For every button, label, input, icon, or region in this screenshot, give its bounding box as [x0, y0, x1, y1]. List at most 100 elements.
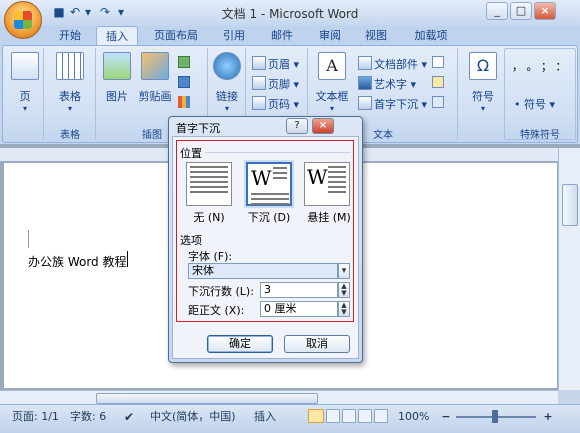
zoom-out-button[interactable]: − [440, 409, 452, 425]
zoom-level[interactable]: 100% [398, 409, 429, 425]
chart-icon[interactable] [178, 96, 190, 108]
symbol-dropdown-icon: ▾ [480, 104, 485, 113]
dropcap-button[interactable]: 首字下沉 ▾ [358, 96, 427, 112]
status-word-count[interactable]: 字数: 6 [70, 409, 106, 425]
textbox-button[interactable]: A 文本框 ▾ [312, 52, 352, 113]
dialog-help-button[interactable]: ? [286, 118, 308, 134]
symbol-small-button[interactable]: • 符号 ▾ [514, 96, 555, 112]
lines-to-drop-label: 下沉行数 (L): [188, 285, 254, 298]
margin-letter: W [307, 165, 328, 189]
tab-page-layout[interactable]: 页面布局 [146, 26, 206, 46]
object-icon[interactable] [432, 96, 444, 108]
table-group-label: 表格 [60, 130, 80, 141]
tab-addins[interactable]: 加载项 [404, 26, 458, 46]
globe-link-icon [213, 52, 241, 80]
pages-icon [11, 52, 39, 80]
fullscreen-reading-view-icon[interactable] [326, 409, 340, 423]
tab-review[interactable]: 审阅 [310, 26, 350, 46]
table-button[interactable]: 表格 ▾ [52, 52, 88, 113]
position-none-tile[interactable] [186, 162, 232, 206]
margin-mark [28, 230, 29, 248]
special-symbols-group-label: 特殊符号 [520, 130, 560, 141]
links-button[interactable]: 链接 ▾ [210, 52, 244, 113]
office-button[interactable] [4, 1, 42, 39]
customize-qat-icon[interactable]: ▾ [116, 5, 126, 19]
vertical-scroll-thumb[interactable] [562, 184, 578, 226]
tab-mailings[interactable]: 邮件 [262, 26, 302, 46]
tab-home[interactable]: 开始 [50, 26, 90, 46]
position-dropped-label[interactable]: 下沉 (D) [244, 209, 294, 225]
horizontal-scrollbar[interactable] [0, 390, 558, 404]
distance-spinner[interactable]: ▲ ▼ [338, 301, 350, 317]
footer-button[interactable]: 页脚 ▾ [252, 76, 299, 92]
tab-references[interactable]: 引用 [214, 26, 254, 46]
smartart-icon[interactable] [178, 76, 190, 88]
page-number-label: 页码 [268, 98, 290, 111]
dialog-close-button[interactable]: × [312, 118, 334, 134]
draft-view-icon[interactable] [374, 409, 388, 423]
quickparts-button[interactable]: 文档部件 ▾ [358, 56, 427, 72]
page-number-button[interactable]: 页码 ▾ [252, 96, 299, 112]
document-text[interactable]: 办公族 Word 教程 [28, 253, 126, 270]
ok-button[interactable]: 确定 [207, 335, 273, 353]
print-layout-view-icon[interactable] [308, 409, 324, 423]
header-button[interactable]: 页眉 ▾ [252, 56, 299, 72]
maximize-button[interactable]: □ [510, 2, 532, 20]
position-dropped-tile[interactable]: W [246, 162, 292, 206]
cancel-button[interactable]: 取消 [284, 335, 350, 353]
font-select-dropdown-icon[interactable]: ▾ [338, 263, 350, 279]
status-language[interactable]: 中文(简体，中国) [150, 409, 236, 425]
header-icon [252, 56, 266, 70]
vertical-scrollbar[interactable] [558, 148, 580, 390]
pages-dropdown-icon: ▾ [22, 104, 27, 113]
status-insert-mode[interactable]: 插入 [254, 409, 276, 425]
dropcap-label: 首字下沉 [374, 98, 418, 111]
clipart-label: 剪贴画 [138, 90, 172, 103]
zoom-slider-thumb[interactable] [492, 410, 498, 423]
close-window-button[interactable]: × [534, 2, 556, 20]
redo-icon[interactable]: ↷ [98, 5, 112, 19]
page-number-icon [252, 96, 266, 110]
quickparts-label: 文档部件 [374, 58, 418, 71]
position-label: 位置 [180, 147, 202, 160]
links-dropdown-icon: ▾ [224, 104, 229, 113]
position-margin-tile[interactable]: W [304, 162, 350, 206]
distance-input[interactable]: 0 厘米 [260, 301, 338, 317]
minimize-button[interactable]: _ [486, 2, 508, 20]
shapes-icon[interactable] [178, 56, 190, 68]
undo-dropdown-icon[interactable]: ▾ [83, 5, 93, 19]
textbox-dropdown-icon: ▾ [329, 104, 334, 113]
dropcap-letter: W [251, 166, 272, 190]
zoom-in-button[interactable]: + [542, 409, 554, 425]
wordart-label: 艺术字 [374, 78, 407, 91]
wordart-button[interactable]: 艺术字 ▾ [358, 76, 416, 92]
font-select[interactable]: 宋体 [188, 263, 338, 279]
outline-view-icon[interactable] [358, 409, 372, 423]
clipart-button[interactable]: 剪贴画 [136, 52, 174, 104]
undo-icon[interactable]: ↶ [68, 5, 82, 19]
picture-button[interactable]: 图片 [100, 52, 134, 104]
web-layout-view-icon[interactable] [342, 409, 356, 423]
lines-to-drop-input[interactable]: 3 [260, 282, 338, 298]
clipart-icon [141, 52, 169, 80]
tab-insert[interactable]: 插入 [96, 26, 138, 46]
position-margin-label[interactable]: 悬挂 (M) [304, 209, 354, 225]
status-page[interactable]: 页面: 1/1 [12, 409, 59, 425]
tab-view[interactable]: 视图 [356, 26, 396, 46]
lines-spinner[interactable]: ▲ ▼ [338, 282, 350, 298]
distance-label: 距正文 (X): [188, 304, 245, 317]
picture-label: 图片 [106, 90, 128, 103]
omega-icon: Ω [469, 52, 497, 80]
datetime-icon[interactable] [432, 76, 444, 88]
wordart-icon [358, 76, 372, 90]
pages-button[interactable]: 页 ▾ [10, 52, 40, 113]
proofing-icon[interactable]: ✔ [124, 409, 138, 425]
save-icon[interactable]: ■ [52, 5, 66, 19]
position-none-label[interactable]: 无 (N) [184, 209, 234, 225]
symbol-button[interactable]: Ω 符号 ▾ [466, 52, 500, 113]
office-logo-icon [14, 11, 32, 29]
special-chars[interactable]: ， 。 ； ： [512, 58, 572, 74]
horizontal-scroll-thumb[interactable] [96, 393, 318, 404]
font-label: 字体 (F): [188, 250, 233, 263]
signature-icon[interactable] [432, 56, 444, 68]
